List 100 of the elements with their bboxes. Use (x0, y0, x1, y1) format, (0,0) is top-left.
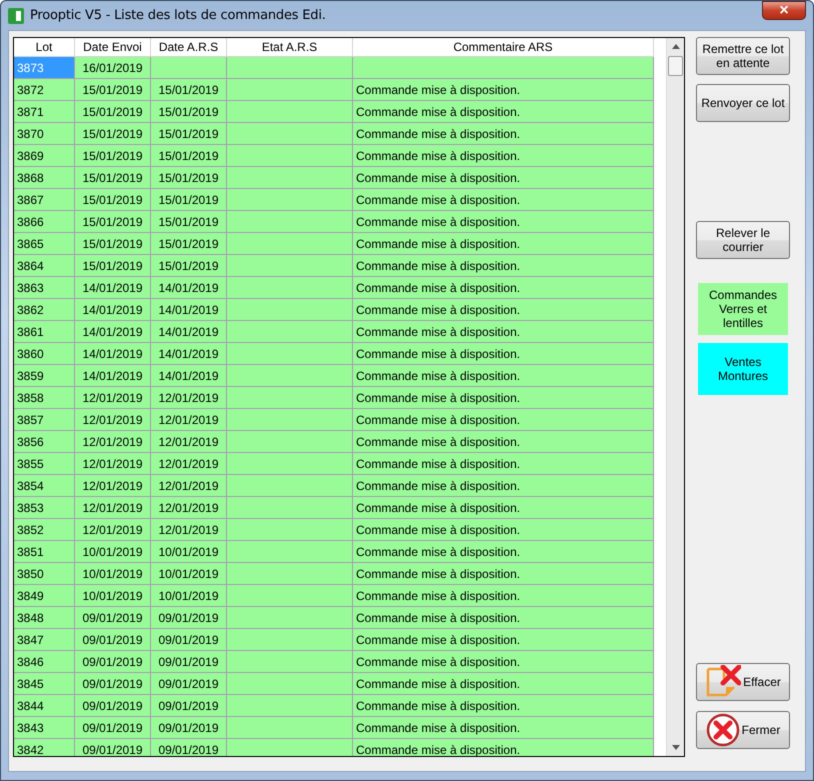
table-cell: 14/01/2019 (151, 277, 227, 299)
table-cell: 10/01/2019 (151, 585, 227, 607)
table-cell: 09/01/2019 (151, 673, 227, 695)
table-cell: 3847 (14, 629, 75, 651)
column-header[interactable]: Date Envoi (75, 38, 151, 57)
table-cell: 09/01/2019 (75, 607, 151, 629)
table-cell: 3862 (14, 299, 75, 321)
table-cell: 15/01/2019 (151, 101, 227, 123)
table-cell: 10/01/2019 (75, 563, 151, 585)
table-cell: 14/01/2019 (151, 365, 227, 387)
table-cell: Commande mise à disposition. (353, 717, 654, 739)
table-cell: 3865 (14, 233, 75, 255)
table-cell: Commande mise à disposition. (353, 651, 654, 673)
table-cell: 3869 (14, 145, 75, 167)
table-cell: Commande mise à disposition. (353, 541, 654, 563)
action-button[interactable]: Relever le courrier (696, 221, 790, 259)
table-cell: 3867 (14, 189, 75, 211)
erase-button[interactable]: Effacer (696, 663, 790, 701)
table-cell: Commande mise à disposition. (353, 387, 654, 409)
close-window-button[interactable]: Fermer (696, 711, 790, 749)
table-cell: Commande mise à disposition. (353, 299, 654, 321)
table-cell: 12/01/2019 (151, 409, 227, 431)
column-header[interactable]: Commentaire ARS (353, 38, 654, 57)
table-cell: 10/01/2019 (75, 541, 151, 563)
table-cell: Commande mise à disposition. (353, 453, 654, 475)
table-cell: 3844 (14, 695, 75, 717)
scrollbar[interactable] (666, 38, 684, 756)
column-header[interactable]: Etat A.R.S (227, 38, 353, 57)
table-cell: 3845 (14, 673, 75, 695)
table-cell: 16/01/2019 (75, 57, 151, 79)
table-cell: 3843 (14, 717, 75, 739)
action-button[interactable]: Renvoyer ce lot (696, 84, 790, 122)
table-cell: 15/01/2019 (151, 167, 227, 189)
table-cell: Commande mise à disposition. (353, 211, 654, 233)
table-cell: 3861 (14, 321, 75, 343)
table-cell: 3846 (14, 651, 75, 673)
table-cell: 09/01/2019 (75, 695, 151, 717)
table-cell: Commande mise à disposition. (353, 189, 654, 211)
table-cell: Commande mise à disposition. (353, 563, 654, 585)
action-button[interactable]: Remettre ce lot en attente (696, 37, 790, 75)
scroll-up-icon[interactable] (672, 44, 680, 49)
table-cell: 09/01/2019 (151, 651, 227, 673)
close-button[interactable]: × (762, 1, 806, 20)
table-cell: 12/01/2019 (151, 497, 227, 519)
document-delete-icon (705, 665, 742, 699)
table-cell: Commande mise à disposition. (353, 475, 654, 497)
scroll-down-icon[interactable] (672, 745, 680, 750)
table-cell: 12/01/2019 (75, 387, 151, 409)
table-cell: Commande mise à disposition. (353, 79, 654, 101)
table-cell: 09/01/2019 (151, 695, 227, 717)
table-cell: 12/01/2019 (75, 497, 151, 519)
table-cell: 10/01/2019 (151, 541, 227, 563)
column-header[interactable]: Lot (14, 38, 75, 57)
table-cell: Commande mise à disposition. (353, 519, 654, 541)
table-cell: 3851 (14, 541, 75, 563)
table-cell: 15/01/2019 (151, 211, 227, 233)
table-cell: 3850 (14, 563, 75, 585)
table-cell: 3857 (14, 409, 75, 431)
table-cell: 12/01/2019 (151, 453, 227, 475)
column-header[interactable]: Date A.R.S (151, 38, 227, 57)
table-cell: 15/01/2019 (75, 189, 151, 211)
table-cell: 12/01/2019 (75, 431, 151, 453)
table-cell: 3854 (14, 475, 75, 497)
table-cell: 09/01/2019 (75, 717, 151, 739)
table-cell: 12/01/2019 (75, 519, 151, 541)
table-cell: 12/01/2019 (75, 409, 151, 431)
table-cell: 12/01/2019 (75, 475, 151, 497)
table-cell: 3856 (14, 431, 75, 453)
table-cell: 3871 (14, 101, 75, 123)
table-cell: 09/01/2019 (75, 651, 151, 673)
table-cell: Commande mise à disposition. (353, 233, 654, 255)
legend-swatch: Ventes Montures (698, 343, 788, 395)
table-cell: 15/01/2019 (75, 233, 151, 255)
table-cell: Commande mise à disposition. (353, 607, 654, 629)
table-cell: 12/01/2019 (151, 475, 227, 497)
table-cell: 14/01/2019 (75, 343, 151, 365)
table-cell: 3866 (14, 211, 75, 233)
table-cell: Commande mise à disposition. (353, 321, 654, 343)
table-cell: 15/01/2019 (151, 123, 227, 145)
table-cell: 15/01/2019 (75, 79, 151, 101)
table-cell: 14/01/2019 (75, 299, 151, 321)
table-cell: Commande mise à disposition. (353, 585, 654, 607)
scroll-thumb[interactable] (668, 56, 684, 76)
table-cell: 15/01/2019 (151, 189, 227, 211)
close-icon (706, 713, 740, 747)
table-cell: 12/01/2019 (151, 519, 227, 541)
table-cell: 15/01/2019 (151, 233, 227, 255)
table-cell: 12/01/2019 (151, 387, 227, 409)
table-cell: 12/01/2019 (75, 453, 151, 475)
table-cell: Commande mise à disposition. (353, 123, 654, 145)
table-cell: Commande mise à disposition. (353, 101, 654, 123)
table-cell: 3848 (14, 607, 75, 629)
table-cell: 09/01/2019 (75, 739, 151, 756)
table-cell: Commande mise à disposition. (353, 365, 654, 387)
table-cell: 14/01/2019 (75, 277, 151, 299)
table-cell: 09/01/2019 (151, 607, 227, 629)
table-cell: 14/01/2019 (75, 365, 151, 387)
table-cell: 10/01/2019 (75, 585, 151, 607)
table-cell: 15/01/2019 (75, 145, 151, 167)
table-cell: Commande mise à disposition. (353, 277, 654, 299)
